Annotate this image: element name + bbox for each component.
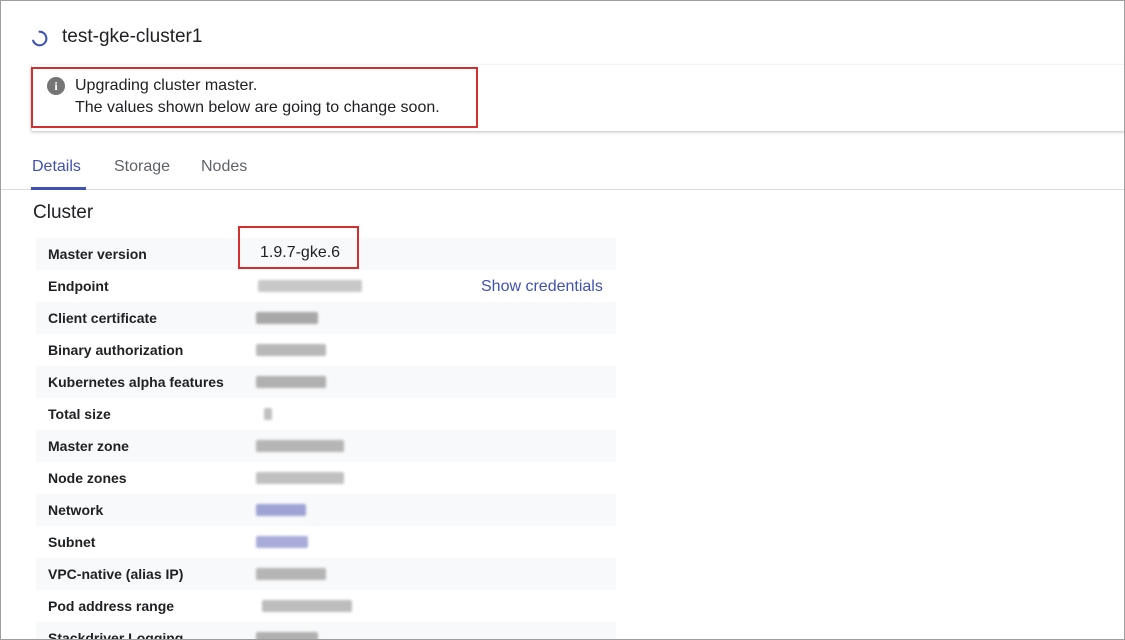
detail-row-total-size: Total size [36, 398, 616, 430]
detail-row-client-certificate: Client certificate [36, 302, 616, 334]
page-header: test-gke-cluster1 [1, 1, 1124, 63]
detail-row-network: Network [36, 494, 616, 526]
detail-row-endpoint: Endpoint Show credentials [36, 270, 616, 302]
screenshot-frame: test-gke-cluster1 i Upgrading cluster ma… [0, 0, 1125, 640]
redacted-value [264, 408, 272, 420]
version-highlight-box [238, 226, 359, 269]
detail-row-binary-authorization: Binary authorization [36, 334, 616, 366]
redacted-value [256, 440, 344, 452]
redacted-value [256, 472, 344, 484]
redacted-value [256, 568, 326, 580]
redacted-link-value[interactable] [256, 536, 308, 548]
detail-row-kubernetes-alpha: Kubernetes alpha features [36, 366, 616, 398]
redacted-value [256, 344, 326, 356]
detail-label: Master zone [48, 438, 129, 454]
detail-row-pod-address-range: Pod address range [36, 590, 616, 622]
section-title-cluster: Cluster [33, 202, 94, 223]
redacted-value [256, 632, 318, 639]
detail-label: Endpoint [48, 278, 109, 294]
tab-details[interactable]: Details [32, 158, 81, 176]
active-tab-indicator [31, 187, 86, 190]
redacted-value [258, 280, 362, 292]
show-credentials-link[interactable]: Show credentials [481, 278, 603, 296]
detail-label: Stackdriver Logging [48, 630, 184, 640]
redacted-link-value[interactable] [256, 504, 306, 516]
detail-label: Total size [48, 406, 111, 422]
detail-row-subnet: Subnet [36, 526, 616, 558]
detail-label: Network [48, 502, 104, 518]
detail-row-node-zones: Node zones [36, 462, 616, 494]
redacted-value [256, 376, 326, 388]
detail-label: Binary authorization [48, 342, 184, 358]
redacted-value [262, 600, 352, 612]
detail-label: Subnet [48, 534, 96, 550]
detail-row-master-zone: Master zone [36, 430, 616, 462]
detail-label: Pod address range [48, 598, 175, 614]
tab-nodes[interactable]: Nodes [201, 158, 247, 176]
detail-label: VPC-native (alias IP) [48, 566, 184, 582]
detail-row-vpc-native: VPC-native (alias IP) [36, 558, 616, 590]
tab-bar: Details Storage Nodes [1, 151, 1124, 190]
banner-highlight-box [31, 67, 478, 128]
detail-label: Client certificate [48, 310, 157, 326]
tab-storage[interactable]: Storage [114, 158, 170, 176]
detail-row-stackdriver-logging: Stackdriver Logging [36, 622, 616, 640]
redacted-value [256, 312, 318, 324]
detail-label: Node zones [48, 470, 127, 486]
loading-spinner-icon [32, 30, 48, 47]
cluster-title: test-gke-cluster1 [62, 26, 203, 47]
detail-label: Master version [48, 246, 147, 262]
detail-label: Kubernetes alpha features [48, 374, 224, 390]
